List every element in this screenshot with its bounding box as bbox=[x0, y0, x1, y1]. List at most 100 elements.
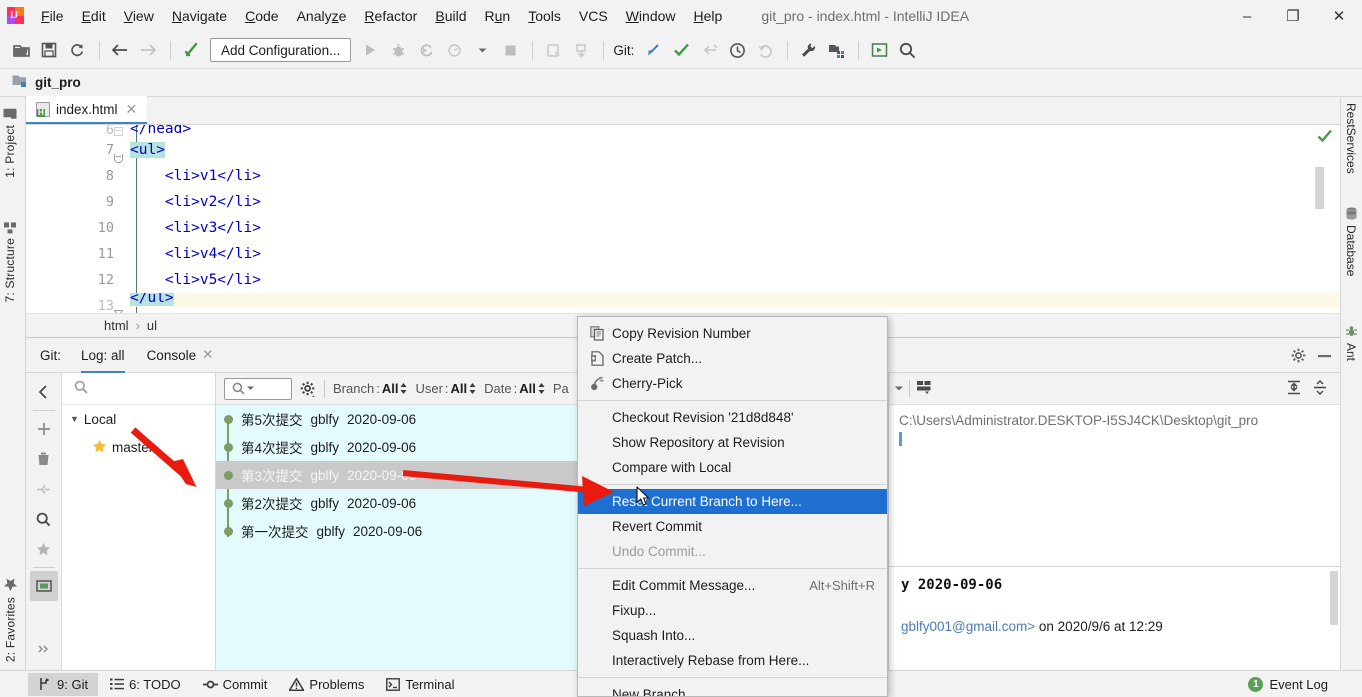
status-item-problems[interactable]: Problems bbox=[279, 673, 374, 696]
fold-handle-icon[interactable]: – bbox=[114, 153, 123, 163]
window-title: git_pro - index.html - IntelliJ IDEA bbox=[761, 7, 970, 24]
sidebar-item-structure[interactable]: 7: Structure bbox=[3, 215, 17, 307]
chevron-down-icon[interactable]: ▼ bbox=[70, 414, 79, 424]
menu-item-reset-current-branch-to-here[interactable]: Reset Current Branch to Here... bbox=[578, 489, 887, 514]
close-icon[interactable]: ✕ bbox=[124, 101, 140, 118]
branch-tree-node-master[interactable]: master bbox=[62, 433, 215, 461]
menu-navigate[interactable]: Navigate bbox=[163, 4, 236, 28]
sidebar-item-ant[interactable]: Ant bbox=[1344, 325, 1358, 361]
log-settings-icon[interactable] bbox=[300, 381, 316, 397]
menu-build[interactable]: Build bbox=[426, 4, 475, 28]
commit-checkmark-icon[interactable] bbox=[668, 37, 694, 63]
filter-user[interactable]: User: All bbox=[415, 381, 476, 396]
tab-console[interactable]: Console ✕ bbox=[147, 338, 214, 373]
status-item-commit[interactable]: Commit bbox=[193, 673, 278, 696]
menu-run[interactable]: Run bbox=[476, 4, 520, 28]
close-button[interactable]: ✕ bbox=[1316, 0, 1362, 32]
wrench-icon[interactable] bbox=[795, 37, 821, 63]
details-scrollbar[interactable] bbox=[1330, 571, 1338, 625]
minimize-button[interactable]: – bbox=[1224, 0, 1270, 32]
update-project-icon[interactable] bbox=[640, 37, 666, 63]
select-in-icon[interactable] bbox=[866, 37, 892, 63]
filter-branch[interactable]: Branch: All bbox=[333, 381, 407, 396]
editor-tab-index-html[interactable]: index.html ✕ bbox=[26, 96, 148, 124]
more-icon[interactable] bbox=[30, 634, 58, 664]
menu-window[interactable]: Window bbox=[617, 4, 685, 28]
code-editor[interactable]: 6 7 8 9 10 11 12 13 – – </head> <ul> <li… bbox=[26, 125, 1340, 317]
commit-details-panel: C:\Users\Administrator.DESKTOP-I5SJ4CK\D… bbox=[888, 373, 1340, 670]
menu-vcs[interactable]: VCS bbox=[570, 4, 617, 28]
menu-item-fixup[interactable]: Fixup... bbox=[578, 598, 887, 623]
branch-filter-input[interactable] bbox=[62, 373, 215, 405]
collapse-all-icon[interactable] bbox=[1312, 379, 1328, 398]
code-folding-gutter[interactable]: – – bbox=[113, 125, 130, 317]
log-search-input[interactable] bbox=[224, 377, 292, 400]
menu-item-edit-commit-message[interactable]: Edit Commit Message... Alt+Shift+R bbox=[578, 573, 887, 598]
back-arrow-icon[interactable] bbox=[107, 37, 133, 63]
menu-item-revert-commit[interactable]: Revert Commit bbox=[578, 514, 887, 539]
sync-icon[interactable] bbox=[64, 37, 90, 63]
merge-icon[interactable] bbox=[30, 474, 58, 504]
view-options-icon[interactable] bbox=[916, 380, 933, 398]
menu-edit[interactable]: Edit bbox=[73, 4, 115, 28]
menu-file[interactable]: FFileile bbox=[32, 4, 73, 28]
expand-all-icon[interactable] bbox=[1286, 380, 1302, 398]
inspection-status-icon[interactable] bbox=[1317, 129, 1332, 147]
breadcrumb-item-html[interactable]: html bbox=[104, 318, 129, 333]
search-icon[interactable] bbox=[894, 37, 920, 63]
tab-label: Log: all bbox=[81, 347, 125, 363]
save-icon[interactable] bbox=[36, 37, 62, 63]
menu-item-squash-into[interactable]: Squash Into... bbox=[578, 623, 887, 648]
sidebar-item-database[interactable]: Database bbox=[1344, 207, 1358, 276]
menu-item-compare-with-local[interactable]: Compare with Local bbox=[578, 455, 887, 480]
open-folder-icon[interactable] bbox=[8, 37, 34, 63]
sidebar-item-restservices[interactable]: RestServices bbox=[1344, 103, 1358, 174]
history-clock-icon[interactable] bbox=[724, 37, 750, 63]
menu-analyze[interactable]: Analyze bbox=[288, 4, 356, 28]
plus-icon[interactable] bbox=[30, 414, 58, 444]
status-item-todo[interactable]: 6: TODO bbox=[100, 673, 191, 696]
menu-item-create-patch[interactable]: Create Patch... bbox=[578, 346, 887, 371]
maximize-button[interactable]: ❐ bbox=[1270, 0, 1316, 32]
add-configuration-button[interactable]: Add Configuration... bbox=[210, 38, 352, 62]
menu-item-checkout-revision[interactable]: Checkout Revision '21d8d848' bbox=[578, 405, 887, 430]
menu-tools[interactable]: Tools bbox=[519, 4, 570, 28]
chevron-down-icon[interactable] bbox=[469, 37, 495, 63]
menu-item-show-repository-at-revision[interactable]: Show Repository at Revision bbox=[578, 430, 887, 455]
collapse-left-icon[interactable] bbox=[30, 377, 58, 407]
status-item-git[interactable]: 9: Git bbox=[28, 672, 99, 696]
star-icon[interactable] bbox=[30, 534, 58, 564]
menu-refactor[interactable]: Refactor bbox=[355, 4, 426, 28]
editor-scrollbar[interactable] bbox=[1315, 167, 1324, 209]
search-icon[interactable] bbox=[30, 504, 58, 534]
author-email-link[interactable]: gblfy001@gmail.com> bbox=[901, 619, 1035, 634]
menu-item-cherry-pick[interactable]: Cherry-Pick bbox=[578, 371, 887, 396]
menu-item-interactively-rebase-from-here[interactable]: Interactively Rebase from Here... bbox=[578, 648, 887, 673]
project-structure-icon[interactable] bbox=[823, 37, 849, 63]
filter-date[interactable]: Date: All bbox=[484, 381, 545, 396]
tab-log-all[interactable]: Log: all bbox=[81, 338, 125, 373]
menu-view[interactable]: View bbox=[115, 4, 163, 28]
sidebar-item-favorites[interactable]: 2: Favorites bbox=[3, 572, 18, 667]
sidebar-item-project[interactable]: 1: Project bbox=[3, 103, 17, 183]
filter-paths[interactable]: Pa bbox=[553, 381, 569, 396]
project-name[interactable]: git_pro bbox=[35, 75, 81, 90]
status-item-terminal[interactable]: Terminal bbox=[376, 673, 464, 696]
menu-item-copy-revision-number[interactable]: Copy Revision Number bbox=[578, 321, 887, 346]
fold-handle-icon[interactable]: – bbox=[114, 127, 123, 136]
breadcrumb-item-ul[interactable]: ul bbox=[147, 318, 157, 333]
commit-graph-dot bbox=[224, 414, 233, 424]
minimize-icon[interactable] bbox=[1312, 344, 1336, 368]
menu-code[interactable]: Code bbox=[236, 4, 287, 28]
menu-item-new-branch[interactable]: New Branch... bbox=[578, 682, 887, 696]
trash-icon[interactable] bbox=[30, 444, 58, 474]
gear-icon[interactable] bbox=[1286, 344, 1310, 368]
changed-files-tree[interactable] bbox=[889, 428, 1340, 566]
repository-icon[interactable] bbox=[29, 571, 58, 601]
build-hammer-icon[interactable] bbox=[178, 37, 204, 63]
status-item-event-log[interactable]: Event Log bbox=[1269, 677, 1328, 692]
branch-tree-node-local[interactable]: ▼ Local bbox=[62, 405, 215, 433]
menu-help[interactable]: Help bbox=[685, 4, 732, 28]
close-icon[interactable]: ✕ bbox=[202, 347, 213, 363]
commit-subject: 第3次提交 bbox=[241, 469, 303, 484]
